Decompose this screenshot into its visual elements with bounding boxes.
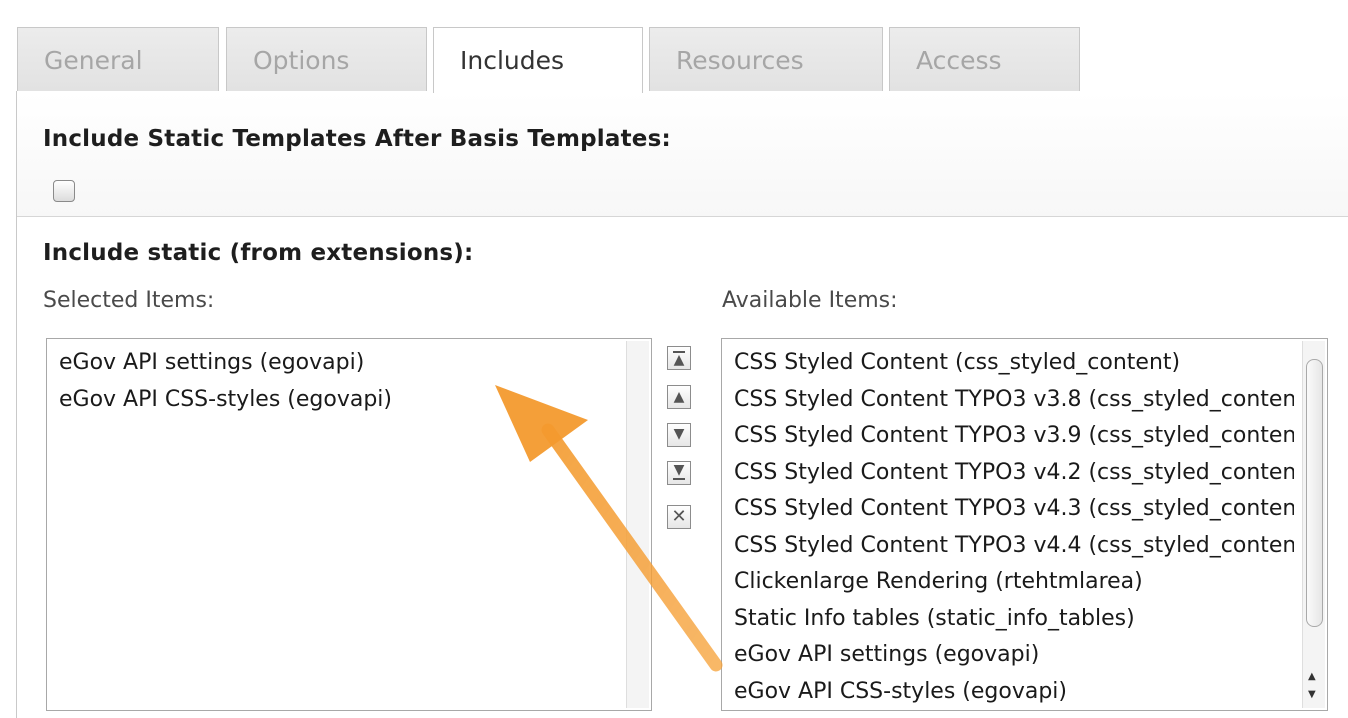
- tab-includes[interactable]: Includes: [433, 27, 643, 93]
- list-item[interactable]: CSS Styled Content TYPO3 v4.3 (css_style…: [722, 491, 1294, 528]
- list-item[interactable]: CSS Styled Content TYPO3 v4.4 (css_style…: [722, 528, 1294, 565]
- available-items-label: Available Items:: [722, 288, 898, 313]
- tab-options[interactable]: Options: [226, 27, 427, 91]
- list-item[interactable]: CSS Styled Content (css_styled_content): [722, 345, 1294, 382]
- available-items-list[interactable]: CSS Styled Content (css_styled_content) …: [721, 338, 1328, 711]
- tab-general[interactable]: General: [17, 27, 219, 91]
- list-item[interactable]: Clickenlarge Rendering (rtehtmlarea): [722, 564, 1294, 601]
- tab-bar: General Options Includes Resources Acces…: [0, 0, 1348, 93]
- tab-access[interactable]: Access: [889, 27, 1080, 91]
- list-item[interactable]: Static Info tables (static_info_tables): [722, 601, 1294, 638]
- selected-list-scrollbar[interactable]: [626, 341, 649, 708]
- basis-templates-checkbox[interactable]: [53, 180, 75, 202]
- selected-items-label: Selected Items:: [43, 288, 215, 313]
- basis-templates-heading: Include Static Templates After Basis Tem…: [43, 126, 671, 152]
- move-to-top-icon[interactable]: ▲: [667, 346, 691, 370]
- list-item[interactable]: eGov API CSS-styles (egovapi): [47, 382, 651, 419]
- selected-items-list[interactable]: eGov API settings (egovapi) eGov API CSS…: [46, 338, 652, 711]
- list-item[interactable]: CSS Styled Content TYPO3 v4.2 (css_style…: [722, 455, 1294, 492]
- list-item[interactable]: CSS Styled Content TYPO3 v3.8 (css_style…: [722, 382, 1294, 419]
- section-divider: [17, 216, 1348, 217]
- move-up-icon[interactable]: ▲: [667, 385, 691, 409]
- list-item[interactable]: CSS Styled Content TYPO3 v3.9 (css_style…: [722, 418, 1294, 455]
- basis-templates-section: [17, 92, 1348, 217]
- list-item[interactable]: eGov API CSS-styles (egovapi): [722, 674, 1294, 711]
- remove-icon[interactable]: ✕: [667, 505, 691, 529]
- scroll-up-icon[interactable]: ▲: [1308, 672, 1316, 682]
- include-static-heading: Include static (from extensions):: [43, 240, 474, 266]
- scroll-down-icon[interactable]: ▼: [1308, 690, 1316, 700]
- scrollbar-thumb[interactable]: [1306, 359, 1323, 627]
- move-to-bottom-icon[interactable]: ▼: [667, 461, 691, 485]
- move-down-icon[interactable]: ▼: [667, 423, 691, 447]
- available-list-scrollbar[interactable]: ▲ ▼: [1302, 341, 1325, 708]
- list-item[interactable]: eGov API settings (egovapi): [47, 345, 651, 382]
- tab-resources[interactable]: Resources: [649, 27, 883, 91]
- list-item[interactable]: eGov API settings (egovapi): [722, 637, 1294, 674]
